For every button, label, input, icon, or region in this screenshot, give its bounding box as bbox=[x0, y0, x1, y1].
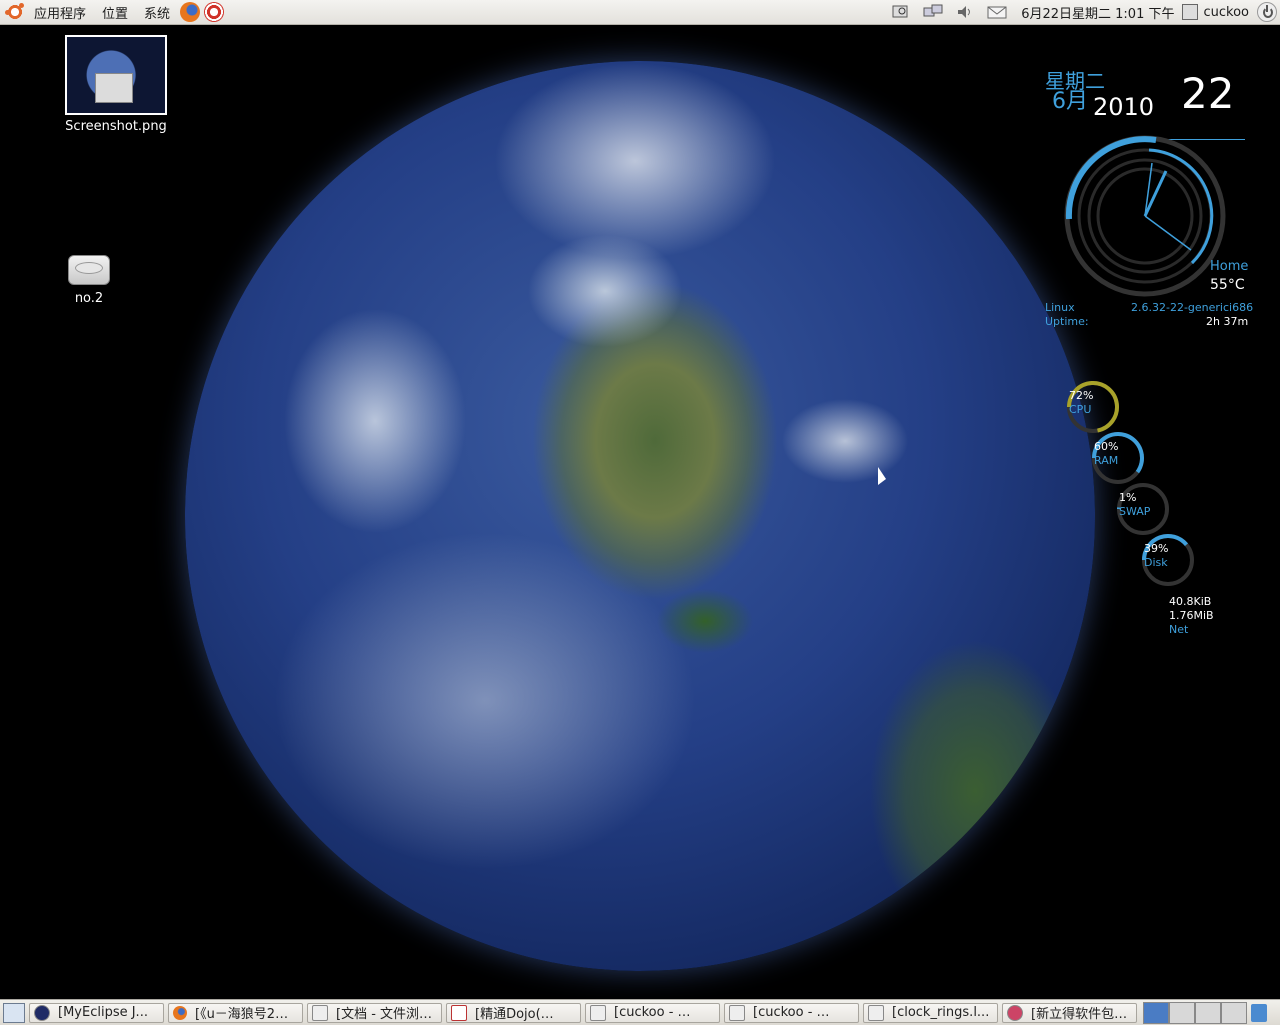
top-panel: 应用程序 位置 系统 6月22日星期二 1:01 下午 cuckoo bbox=[0, 0, 1280, 25]
taskbar-button-label: [《u－海狼号2… bbox=[195, 1003, 288, 1022]
taskbar-button-label: [cuckoo - … bbox=[753, 1005, 830, 1020]
taskbar-button-label: [clock_rings.l... bbox=[892, 1005, 989, 1020]
taskbar-button[interactable]: [新立得软件包… bbox=[1002, 1003, 1137, 1023]
conky-clock-rings bbox=[1060, 131, 1230, 301]
menu-system-label: 系统 bbox=[144, 3, 170, 22]
conky-kernel: 2.6.32-22-generici686 bbox=[1131, 301, 1253, 314]
menu-places-label: 位置 bbox=[102, 3, 128, 22]
ubuntu-logo-icon[interactable] bbox=[6, 3, 24, 21]
conky-home-label: Home bbox=[1210, 259, 1248, 274]
taskbar-button[interactable]: [cuckoo - … bbox=[585, 1003, 720, 1023]
net-label: Net bbox=[1169, 623, 1188, 636]
firefox-icon bbox=[173, 1006, 187, 1020]
mail-icon[interactable] bbox=[987, 4, 1007, 20]
taskbar-button-label: [新立得软件包… bbox=[1031, 1003, 1127, 1022]
desktop: Screenshot.png no.2 星期二 6月 2010 22 Home … bbox=[0, 25, 1280, 999]
pdf-icon bbox=[451, 1005, 467, 1021]
taskbar-button[interactable]: [文档 - 文件浏… bbox=[307, 1003, 442, 1023]
system-tray: 6月22日星期二 1:01 下午 cuckoo bbox=[885, 0, 1280, 24]
taskbar-button-label: [MyEclipse J... bbox=[58, 1005, 148, 1020]
conky-widget: 星期二 6月 2010 22 Home 55°C Linux Uptime: 2… bbox=[1040, 55, 1260, 655]
user-icon bbox=[1182, 4, 1198, 20]
show-desktop-icon[interactable] bbox=[3, 1003, 25, 1023]
power-icon[interactable] bbox=[1257, 2, 1277, 22]
mouse-pointer-icon bbox=[878, 467, 886, 485]
conky-temperature: 55°C bbox=[1210, 277, 1245, 293]
taskbar-button[interactable]: [cuckoo - … bbox=[724, 1003, 859, 1023]
conky-uptime: 2h 37m bbox=[1206, 315, 1248, 328]
swap-value: 1% bbox=[1119, 491, 1136, 504]
menu-applications[interactable]: 应用程序 bbox=[24, 0, 92, 24]
taskbar-button-label: [精通Dojo(… bbox=[475, 1003, 554, 1022]
menu-applications-label: 应用程序 bbox=[34, 3, 86, 22]
screen-magnifier-icon[interactable] bbox=[891, 4, 911, 20]
terminal-icon bbox=[590, 1005, 606, 1021]
taskbar-button-label: [cuckoo - … bbox=[614, 1005, 691, 1020]
folder-icon bbox=[312, 1005, 328, 1021]
conky-month: 6月 bbox=[1052, 83, 1088, 115]
workspace-3[interactable] bbox=[1195, 1002, 1221, 1024]
workspace-switcher bbox=[1143, 1002, 1247, 1024]
menu-places[interactable]: 位置 bbox=[92, 0, 134, 24]
taskbar-button[interactable]: [《u－海狼号2… bbox=[168, 1003, 303, 1023]
disk-label: Disk bbox=[1144, 556, 1168, 569]
task-list: [MyEclipse J... [《u－海狼号2… [文档 - 文件浏… [精通Doj… bbox=[29, 1003, 1141, 1023]
disk-value: 39% bbox=[1144, 542, 1168, 555]
volume-icon[interactable] bbox=[955, 4, 975, 20]
trash-icon[interactable] bbox=[1251, 1004, 1267, 1022]
desktop-icon-screenshot[interactable]: Screenshot.png bbox=[60, 35, 172, 134]
workspace-4[interactable] bbox=[1221, 1002, 1247, 1024]
conky-year: 2010 bbox=[1093, 93, 1154, 121]
cpu-value: 72% bbox=[1069, 389, 1093, 402]
cpu-label: CPU bbox=[1069, 403, 1091, 416]
taskbar-button-label: [文档 - 文件浏… bbox=[336, 1003, 432, 1022]
screenshot-thumbnail-icon bbox=[65, 35, 167, 115]
desktop-icon-drive[interactable]: no.2 bbox=[56, 255, 122, 306]
swap-label: SWAP bbox=[1119, 505, 1150, 518]
menu-system[interactable]: 系统 bbox=[134, 0, 176, 24]
conky-os: Linux bbox=[1045, 301, 1075, 314]
firefox-launcher-icon[interactable] bbox=[180, 2, 200, 22]
earth-wallpaper bbox=[185, 61, 1095, 971]
ram-value: 60% bbox=[1094, 440, 1118, 453]
conky-uptime-label: Uptime: bbox=[1045, 315, 1089, 328]
taskbar-button[interactable]: [精通Dojo(… bbox=[446, 1003, 581, 1023]
taskbar-button[interactable]: [clock_rings.l... bbox=[863, 1003, 998, 1023]
clock[interactable]: 6月22日星期二 1:01 下午 bbox=[1021, 3, 1174, 22]
conky-day: 22 bbox=[1181, 69, 1234, 118]
bottom-panel: [MyEclipse J... [《u－海狼号2… [文档 - 文件浏… [精通Doj… bbox=[0, 999, 1280, 1025]
terminal-icon bbox=[729, 1005, 745, 1021]
network-icon[interactable] bbox=[923, 4, 943, 20]
drive-icon bbox=[68, 255, 110, 285]
help-launcher-icon[interactable] bbox=[204, 2, 224, 22]
user-switcher[interactable]: cuckoo bbox=[1182, 4, 1249, 20]
workspace-1[interactable] bbox=[1143, 1002, 1169, 1024]
text-editor-icon bbox=[868, 1005, 884, 1021]
net-up: 1.76MiB bbox=[1169, 609, 1214, 622]
desktop-icon-label: no.2 bbox=[56, 291, 122, 306]
desktop-icon-label: Screenshot.png bbox=[60, 119, 172, 134]
eclipse-icon bbox=[34, 1005, 50, 1021]
taskbar-button[interactable]: [MyEclipse J... bbox=[29, 1003, 164, 1023]
workspace-2[interactable] bbox=[1169, 1002, 1195, 1024]
ram-label: RAM bbox=[1094, 454, 1118, 467]
user-name: cuckoo bbox=[1203, 5, 1249, 20]
package-manager-icon bbox=[1007, 1005, 1023, 1021]
net-down: 40.8KiB bbox=[1169, 595, 1211, 608]
